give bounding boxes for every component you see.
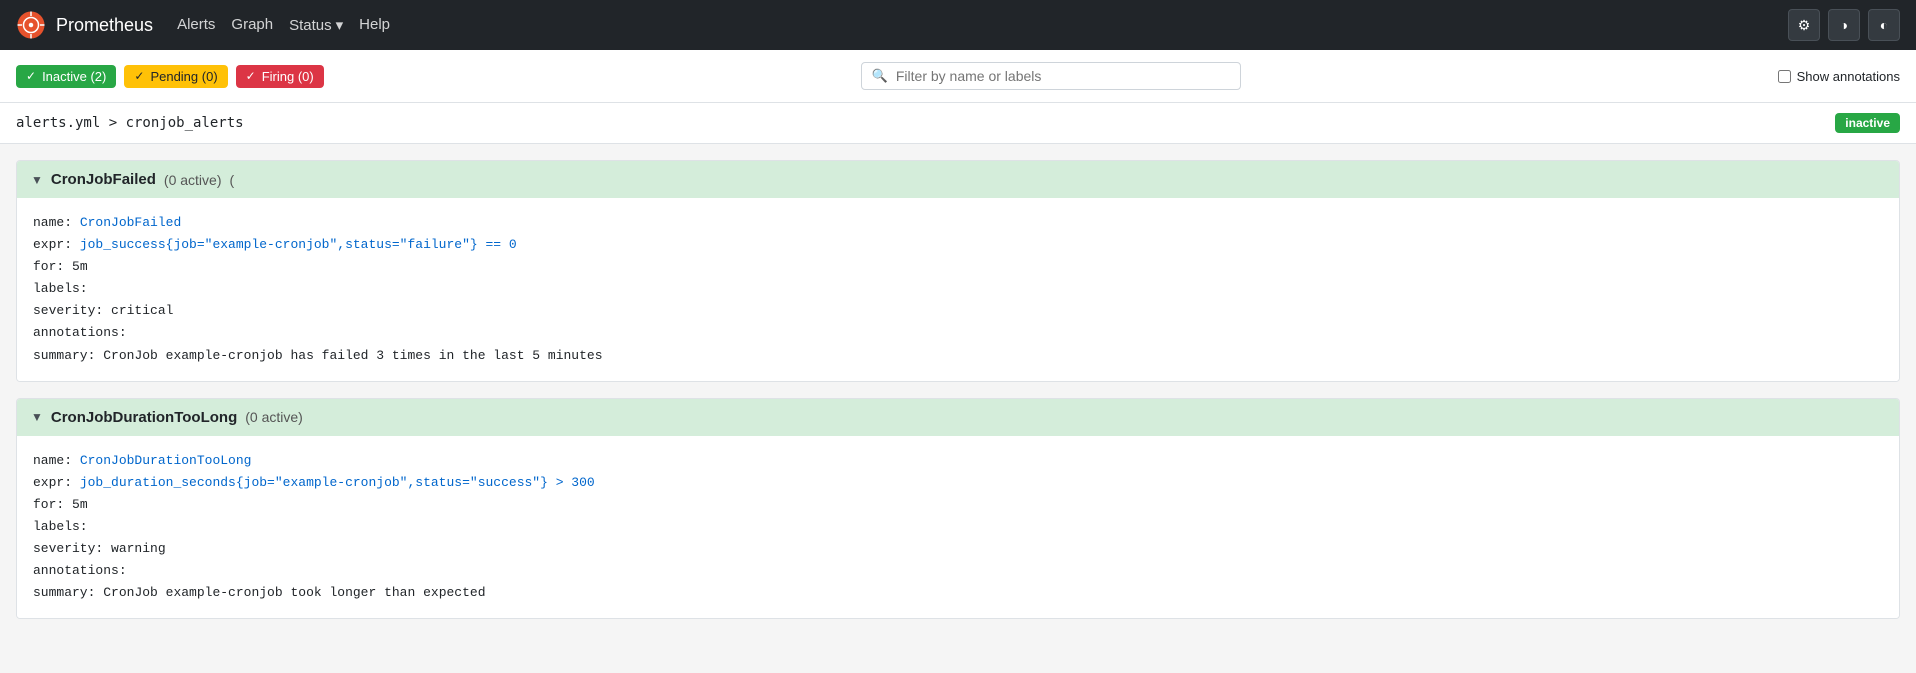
inactive-badge-label: Inactive (2) [42,69,106,84]
nav-graph[interactable]: Graph [231,16,273,33]
expr-key-1: expr: [33,475,72,490]
severity-key-0: severity: [33,303,103,318]
summary-key-0: summary: [33,348,95,363]
expr-key-0: expr: [33,237,72,252]
group-active-count-0: ( [229,172,234,188]
alert-group-1: ▼ CronJobDurationTooLong (0 active) name… [16,398,1900,620]
alert-rule-body-0: name: CronJobFailed expr: job_success{jo… [17,198,1899,381]
expr-value-1[interactable]: job_duration_seconds{job="example-cronjo… [80,475,595,490]
inactive-check-icon: ✓ [26,69,36,83]
summary-value-1: CronJob example-cronjob took longer than… [103,585,485,600]
firing-badge-label: Firing (0) [262,69,314,84]
chevron-down-icon: ▼ [31,173,43,187]
for-key-0: for: [33,259,64,274]
labels-key-0: labels: [33,281,88,296]
filter-badges: ✓ Inactive (2) ✓ Pending (0) ✓ Firing (0… [16,65,324,88]
breadcrumb: alerts.yml > cronjob_alerts [16,115,244,131]
search-wrapper: 🔍 [861,62,1241,90]
navbar-icons: ⚙ ◑ ◐ [1788,9,1900,41]
chevron-down-icon-1: ▼ [31,410,43,424]
severity-value-1: warning [111,541,166,556]
settings-icon-btn[interactable]: ⚙ [1788,9,1820,41]
alert-group-header-0[interactable]: ▼ CronJobFailed (0 active) ( [17,161,1899,198]
name-key-0: name: [33,215,72,230]
firing-badge-btn[interactable]: ✓ Firing (0) [236,65,324,88]
status-badge: inactive [1835,113,1900,133]
theme-half-icon-btn[interactable]: ◑ [1828,9,1860,41]
show-annotations-label[interactable]: Show annotations [1778,69,1900,84]
prometheus-logo [16,10,46,40]
name-value-0[interactable]: CronJobFailed [80,215,181,230]
expr-value-0[interactable]: job_success{job="example-cronjob",status… [80,237,517,252]
filter-bar: ✓ Inactive (2) ✓ Pending (0) ✓ Firing (0… [0,50,1916,103]
navbar: Prometheus Alerts Graph Status ▾ Help ⚙ … [0,0,1916,50]
brand-name: Prometheus [56,15,153,36]
search-input[interactable] [896,68,1230,84]
group-name-1: CronJobDurationTooLong [51,409,237,426]
severity-key-1: severity: [33,541,103,556]
nav-help[interactable]: Help [359,16,390,33]
brand-link[interactable]: Prometheus [16,10,153,40]
annotations-key-0: annotations: [33,325,127,340]
for-value-1: 5m [72,497,88,512]
nav-alerts[interactable]: Alerts [177,16,215,33]
pending-badge-btn[interactable]: ✓ Pending (0) [124,65,227,88]
show-annotations-text: Show annotations [1797,69,1900,84]
group-name-0: CronJobFailed [51,171,156,188]
nav-links: Alerts Graph Status ▾ Help [177,16,390,34]
summary-value-0: CronJob example-cronjob has failed 3 tim… [103,348,602,363]
annotations-key-1: annotations: [33,563,127,578]
alert-group-header-1[interactable]: ▼ CronJobDurationTooLong (0 active) [17,399,1899,436]
nav-status-dropdown[interactable]: Status ▾ [289,16,343,34]
name-value-1[interactable]: CronJobDurationTooLong [80,453,252,468]
severity-value-0: critical [111,303,173,318]
summary-key-1: summary: [33,585,95,600]
search-icon: 🔍 [872,68,888,84]
alert-rule-body-1: name: CronJobDurationTooLong expr: job_d… [17,436,1899,619]
pending-check-icon: ✓ [134,69,144,83]
inactive-badge-btn[interactable]: ✓ Inactive (2) [16,65,116,88]
breadcrumb-row: alerts.yml > cronjob_alerts inactive [0,103,1916,144]
dropdown-caret-icon: ▾ [336,16,344,34]
firing-check-icon: ✓ [246,69,256,83]
for-key-1: for: [33,497,64,512]
theme-toggle-icon-btn[interactable]: ◐ [1868,9,1900,41]
name-key-1: name: [33,453,72,468]
show-annotations-checkbox[interactable] [1778,70,1791,83]
labels-key-1: labels: [33,519,88,534]
alert-group-0: ▼ CronJobFailed (0 active) ( name: CronJ… [16,160,1900,382]
pending-badge-label: Pending (0) [150,69,217,84]
for-value-0: 5m [72,259,88,274]
